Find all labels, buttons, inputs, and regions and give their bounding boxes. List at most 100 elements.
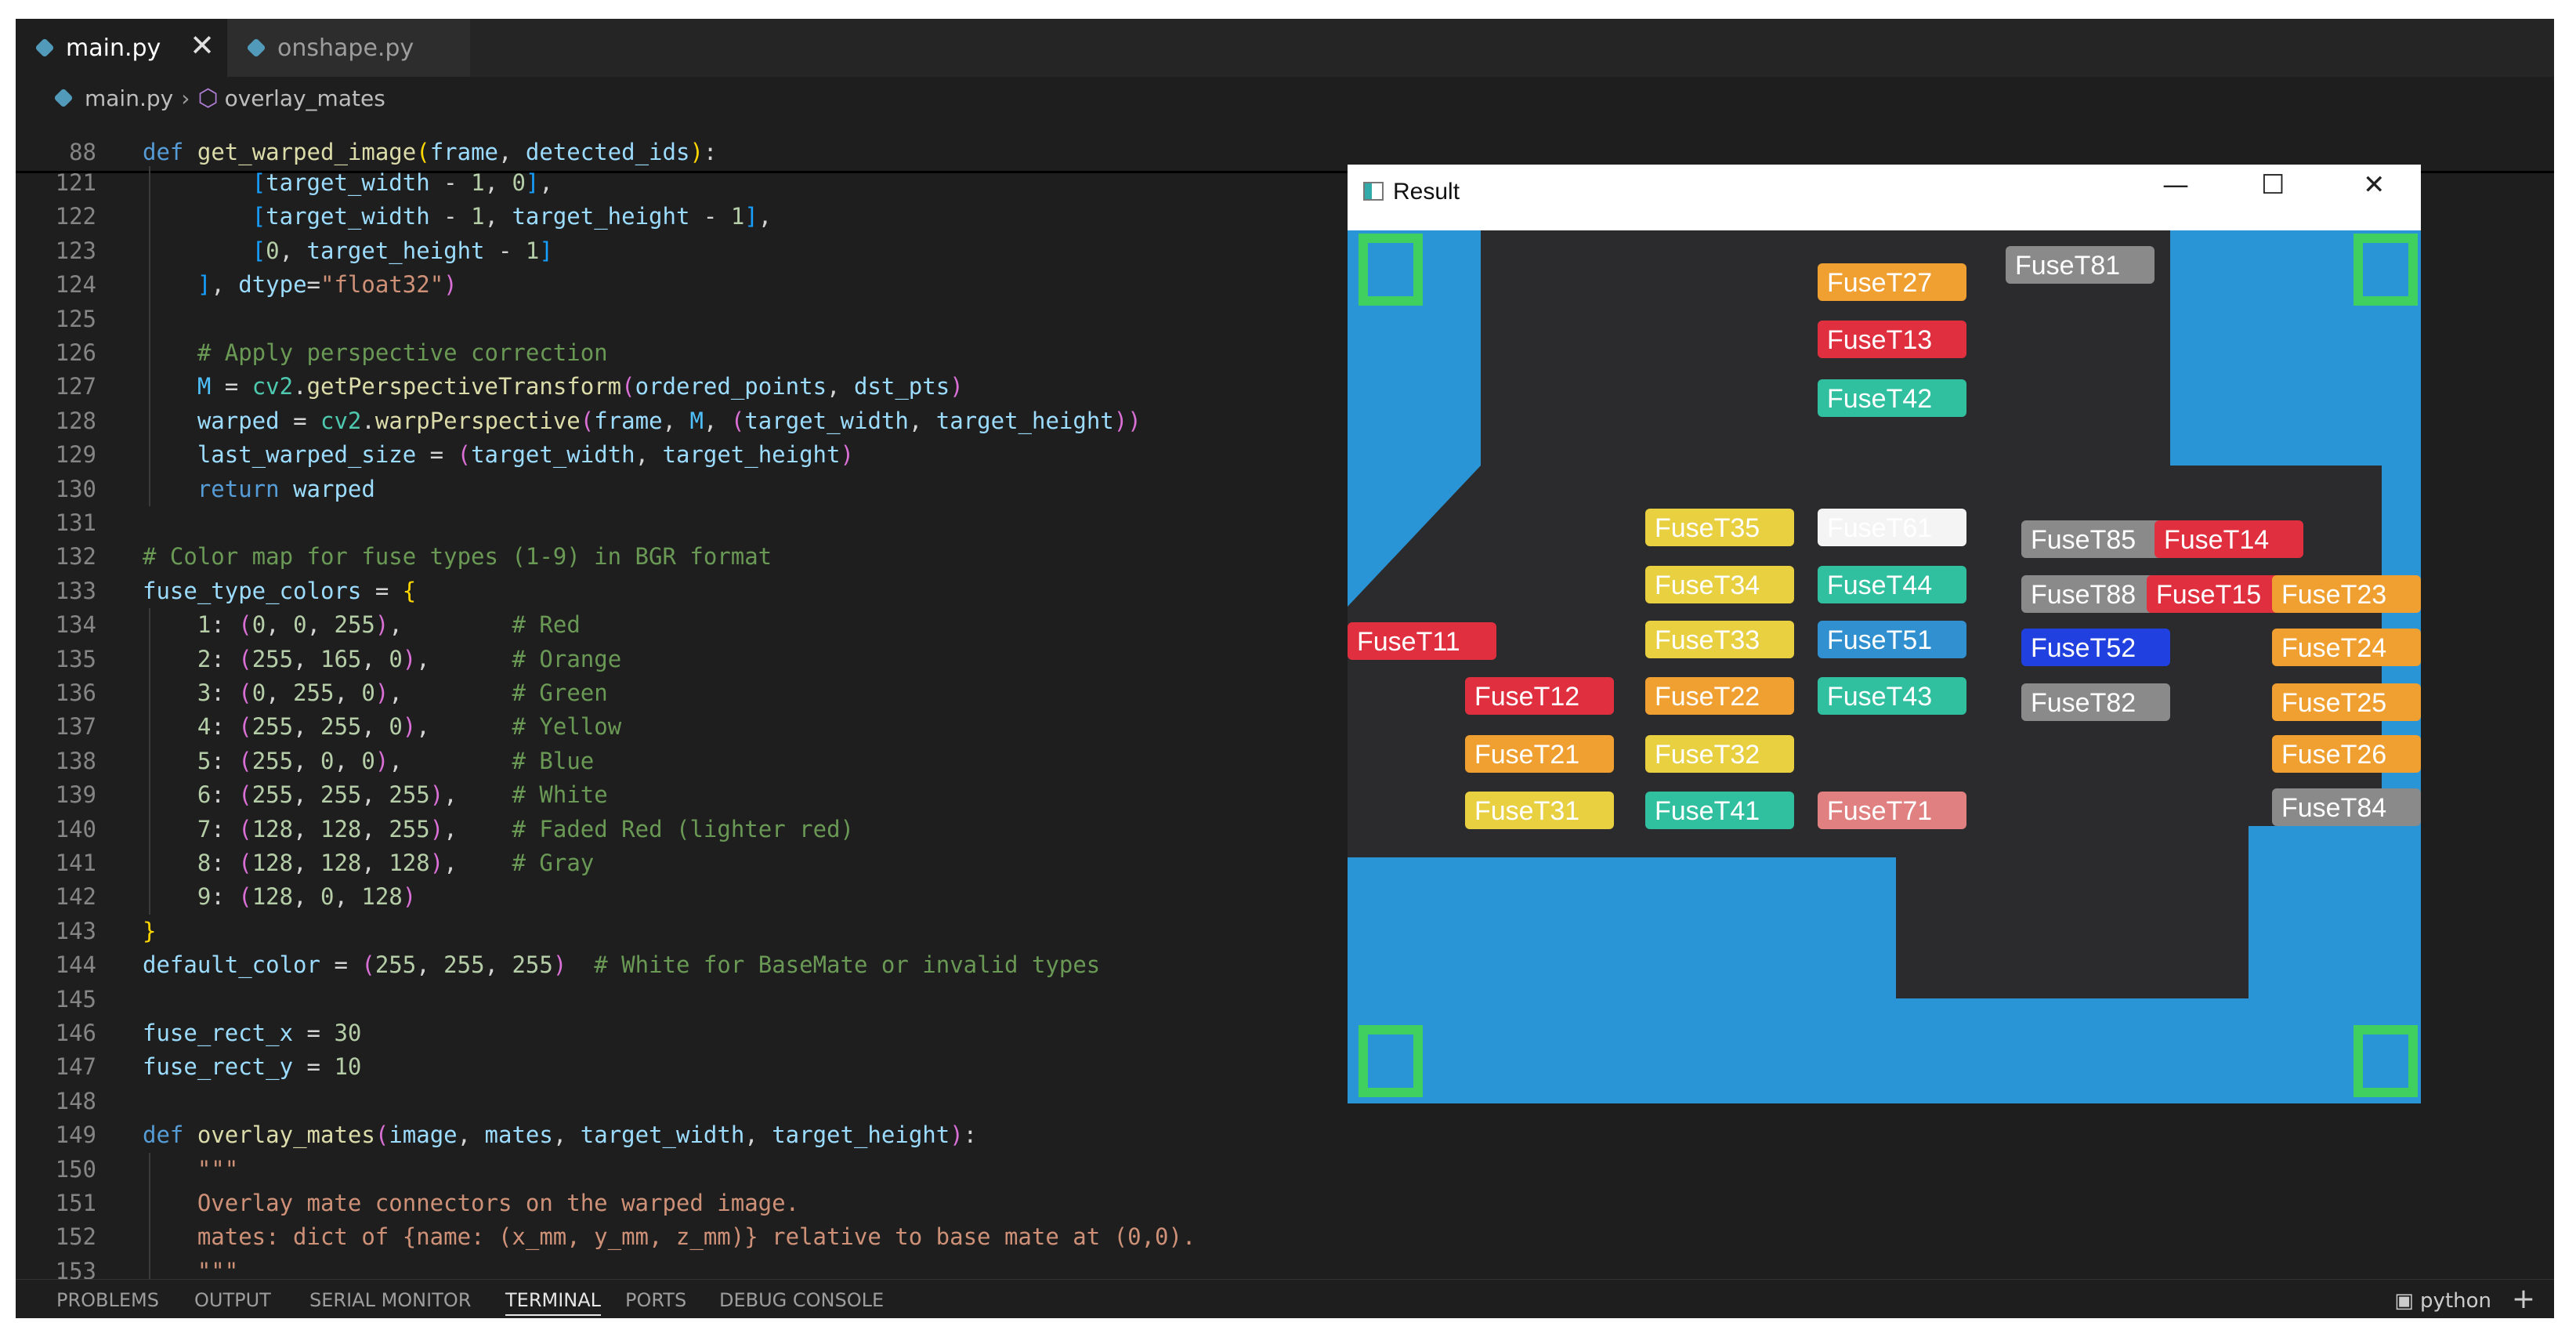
code-line[interactable]: 147 fuse_rect_y = 10	[16, 1050, 1348, 1084]
code-text: Overlay mate connectors on the warped im…	[143, 1190, 800, 1216]
panel-tab-output[interactable]: OUTPUT	[194, 1289, 271, 1311]
plus-icon[interactable]: +	[2512, 1283, 2535, 1315]
code-line[interactable]: 123 [0, target_height - 1]	[16, 234, 1348, 268]
fuse-label-text: FuseT23	[2281, 580, 2386, 610]
code-line[interactable]: 140 7: (128, 128, 255), # Faded Red (lig…	[16, 813, 1348, 846]
code-line[interactable]: 148	[16, 1085, 1348, 1118]
code-text: """	[143, 1155, 239, 1183]
breadcrumb: main.py › ⬡ overlay_mates	[16, 80, 1426, 116]
line-number: 145	[55, 985, 96, 1013]
code-line[interactable]: 128 warped = cv2.warpPerspective(frame, …	[16, 404, 1348, 438]
code-line[interactable]: 124 ], dtype="float32")	[16, 268, 1348, 302]
breadcrumb-symbol[interactable]: overlay_mates	[225, 85, 385, 111]
code-line[interactable]: 144 default_color = (255, 255, 255) # Whi…	[16, 948, 1348, 982]
line-number: 150	[55, 1155, 96, 1183]
fuse-label-text: FuseT15	[2156, 580, 2261, 610]
code-line[interactable]: 129 last_warped_size = (target_width, ta…	[16, 438, 1348, 472]
code-text: 2: (255, 165, 0), # Orange	[197, 645, 622, 672]
panel-tab-debug-console[interactable]: DEBUG CONSOLE	[719, 1289, 884, 1311]
code-line[interactable]: 135 2: (255, 165, 0), # Orange	[16, 643, 1348, 676]
code-line[interactable]: 134 1: (0, 0, 255), # Red	[16, 608, 1348, 642]
line-number: 131	[55, 509, 96, 536]
terminal-icon: ▣	[2394, 1289, 2421, 1313]
fuse-label-text: FuseT31	[1474, 796, 1579, 826]
fuse-label: FuseT26	[2272, 735, 2421, 773]
minimize-icon[interactable]: —	[2162, 169, 2189, 201]
fuse-label-text: FuseT71	[1827, 796, 1932, 826]
fuse-label-text: FuseT85	[2031, 525, 2136, 555]
fuse-label: FuseT85	[2021, 520, 2170, 558]
terminal-shell-label: python	[2420, 1289, 2491, 1313]
panel-tab-terminal[interactable]: TERMINAL	[505, 1289, 602, 1316]
code-line[interactable]: 125	[16, 303, 1348, 336]
indent-guide	[149, 166, 150, 506]
code-line[interactable]: 131	[16, 506, 1348, 540]
chevron-right-icon: ›	[181, 85, 190, 111]
code-text: fuse_rect_y = 10	[143, 1053, 362, 1081]
fuse-label: FuseT44	[1818, 566, 1966, 603]
code-text: [target_width - 1, target_height - 1],	[251, 203, 772, 230]
line-number: 140	[55, 815, 96, 842]
fuse-label-text: FuseT14	[2164, 525, 2269, 555]
window-icon	[1363, 182, 1384, 201]
sticky-code: def get_warped_image(frame, detected_ids…	[143, 139, 718, 165]
line-number: 141	[55, 850, 96, 876]
code-line[interactable]: 145	[16, 983, 1348, 1016]
code-line[interactable]: 138 5: (255, 0, 0), # Blue	[16, 745, 1348, 778]
line-number: 128	[55, 407, 96, 434]
line-number: 143	[55, 917, 96, 944]
code-line[interactable]: 137 4: (255, 255, 0), # Yellow	[16, 710, 1348, 744]
code-text: # Color map for fuse types (1-9) in BGR …	[143, 543, 772, 571]
line-number: 133	[55, 577, 96, 604]
code-line[interactable]: 133 fuse_type_colors = {	[16, 574, 1348, 608]
code-line[interactable]: 141 8: (128, 128, 128), # Gray	[16, 846, 1348, 880]
code-line[interactable]: 149 def overlay_mates(image, mates, targe…	[16, 1118, 1348, 1152]
fuse-label-text: FuseT22	[1655, 682, 1760, 712]
code-line[interactable]: 146 fuse_rect_x = 30	[16, 1016, 1348, 1050]
code-line[interactable]: 152 mates: dict of {name: (x_mm, y_mm, z…	[16, 1220, 1348, 1254]
line-number: 152	[55, 1223, 96, 1251]
panel-tab-problems[interactable]: PROBLEMS	[56, 1289, 159, 1311]
breadcrumb-file[interactable]: main.py	[85, 85, 173, 111]
code-line[interactable]: 130 return warped	[16, 473, 1348, 506]
result-window-title: Result	[1393, 179, 1460, 205]
close-icon[interactable]: ✕	[2363, 169, 2386, 201]
result-window[interactable]: Result — ☐ ✕ FuseT27 FuseT81 FuseT13 FuseT4…	[1348, 165, 2421, 1103]
close-icon[interactable]: ✕	[190, 28, 215, 63]
fuse-label-text: FuseT42	[1827, 384, 1932, 414]
fuse-label: FuseT14	[2155, 520, 2303, 558]
maximize-icon[interactable]: ☐	[2261, 169, 2285, 201]
panel-tab-ports[interactable]: PORTS	[625, 1289, 686, 1311]
code-line[interactable]: 127 M = cv2.getPerspectiveTransform(orde…	[16, 370, 1348, 404]
tab-onshape-py[interactable]: onshape.py	[227, 19, 470, 77]
line-number: 125	[55, 305, 96, 332]
fuse-label-text: FuseT32	[1655, 740, 1760, 770]
code-line[interactable]: 136 3: (0, 255, 0), # Green	[16, 676, 1348, 710]
line-number: 138	[55, 747, 96, 774]
method-cube-icon: ⬡	[197, 84, 219, 112]
fuse-label-text: FuseT21	[1474, 740, 1579, 770]
code-line[interactable]: 150 """	[16, 1153, 1348, 1187]
code-line[interactable]: 126 # Apply perspective correction	[16, 336, 1348, 370]
tab-main-py[interactable]: main.py ✕	[16, 19, 227, 77]
line-number: 144	[55, 951, 96, 979]
python-file-icon	[53, 88, 74, 108]
code-line[interactable]: 132 # Color map for fuse types (1-9) in B…	[16, 540, 1348, 574]
code-text: M = cv2.getPerspectiveTransform(ordered_…	[197, 373, 964, 400]
line-number: 123	[55, 237, 96, 264]
code-line[interactable]: 139 6: (255, 255, 255), # White	[16, 778, 1348, 812]
code-line[interactable]: 142 9: (128, 0, 128)	[16, 880, 1348, 914]
code-line[interactable]: 122 [target_width - 1, target_height - 1…	[16, 200, 1348, 234]
fuse-label-text: FuseT61	[1827, 513, 1932, 543]
code-text: }	[143, 917, 157, 944]
terminal-python-selector[interactable]: ▣ python	[2394, 1289, 2491, 1313]
fuse-label-text: FuseT27	[1827, 268, 1932, 298]
fuse-label: FuseT31	[1465, 792, 1614, 829]
code-line[interactable]: 121 [target_width - 1, 0],	[16, 166, 1348, 200]
fuse-label: FuseT71	[1818, 792, 1966, 829]
fuse-label: FuseT43	[1818, 677, 1966, 715]
code-line[interactable]: 151 Overlay mate connectors on the warpe…	[16, 1187, 1348, 1220]
panel-tab-serial-monitor[interactable]: SERIAL MONITOR	[309, 1289, 471, 1311]
code-line[interactable]: 143}	[16, 915, 1348, 948]
fuse-label-text: FuseT51	[1827, 625, 1932, 655]
